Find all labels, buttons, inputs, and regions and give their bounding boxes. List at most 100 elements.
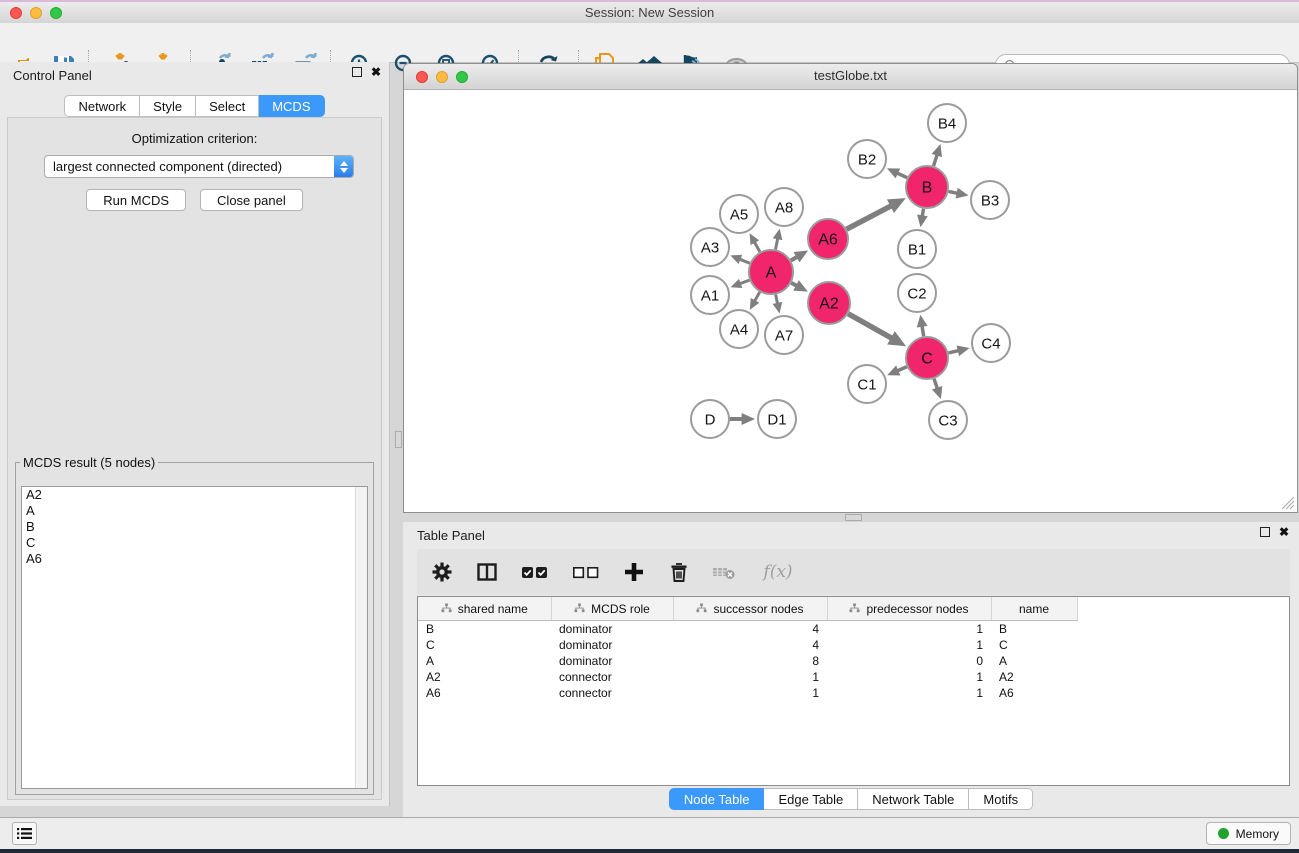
graph-edge[interactable] — [740, 280, 750, 284]
mcds-result-box: MCDS result (5 nodes) A2ABCA6 — [15, 455, 374, 795]
graph-edge[interactable] — [948, 351, 958, 353]
result-item[interactable]: C — [22, 535, 367, 551]
memory-button[interactable]: Memory — [1206, 822, 1291, 845]
graph-edge[interactable] — [934, 155, 938, 166]
graph-edge[interactable] — [776, 295, 778, 304]
settings-gear-icon[interactable] — [429, 559, 455, 585]
graph-node-label: C — [921, 351, 933, 368]
table-cell[interactable]: dominator — [551, 653, 673, 669]
table-cell-filler — [1077, 653, 1289, 669]
tab-motifs[interactable]: Motifs — [969, 788, 1033, 810]
select-all-icon[interactable] — [519, 559, 551, 585]
table-cell[interactable]: A2 — [991, 669, 1077, 685]
graph-edge[interactable] — [755, 292, 760, 301]
table-cell[interactable]: 1 — [673, 685, 827, 701]
mcds-tab-content: Optimization criterion: largest connecte… — [7, 117, 382, 800]
criterion-select[interactable]: largest connected component (directed) — [44, 155, 354, 178]
run-mcds-button[interactable]: Run MCDS — [86, 189, 186, 211]
close-table-panel-icon[interactable]: ✖ — [1279, 527, 1289, 537]
column-header-successor-nodes[interactable]: successor nodes — [673, 597, 827, 621]
result-item[interactable]: B — [22, 519, 367, 535]
mcds-result-list[interactable]: A2ABCA6 — [21, 486, 368, 789]
network-canvas[interactable]: B4B2BB3A5A8A6B1A3AC2A1A2A4A7C4CC1C3DD1 — [404, 90, 1297, 512]
graph-edge[interactable] — [776, 238, 778, 249]
table-cell[interactable]: dominator — [551, 637, 673, 653]
graph-edge[interactable] — [791, 257, 797, 261]
tab-mcds[interactable]: MCDS — [259, 95, 324, 117]
tab-node-table[interactable]: Node Table — [669, 788, 765, 810]
table-cell[interactable]: A — [991, 653, 1077, 669]
table-cell[interactable]: 1 — [827, 621, 991, 638]
header-filler — [1077, 597, 1289, 621]
horizontal-splitter-handle[interactable] — [845, 514, 862, 521]
task-history-button[interactable] — [12, 822, 37, 845]
graph-edge[interactable] — [922, 326, 924, 337]
delete-row-trash-icon[interactable] — [666, 559, 692, 585]
graph-edge[interactable] — [847, 206, 892, 229]
table-cell[interactable]: 1 — [827, 685, 991, 701]
table-cell[interactable]: A — [418, 653, 551, 669]
column-header-predecessor-nodes[interactable]: predecessor nodes — [827, 597, 991, 621]
table-cell[interactable]: B — [418, 621, 551, 638]
graph-edge-arrowhead — [932, 386, 942, 399]
table-row[interactable]: Bdominator41B — [418, 621, 1289, 638]
graph-edge[interactable] — [754, 242, 760, 252]
graph-edge[interactable] — [739, 259, 749, 263]
table-cell[interactable]: connector — [551, 685, 673, 701]
table-row[interactable]: Adominator80A — [418, 653, 1289, 669]
table-cell[interactable]: 4 — [673, 621, 827, 638]
tab-edge-table[interactable]: Edge Table — [764, 788, 858, 810]
result-item[interactable]: A — [22, 503, 367, 519]
graph-edge[interactable] — [848, 314, 892, 339]
table-cell[interactable]: C — [418, 637, 551, 653]
table-cell[interactable]: dominator — [551, 621, 673, 638]
float-panel-icon[interactable] — [352, 67, 362, 77]
table-cell[interactable]: A6 — [418, 685, 551, 701]
table-cell[interactable]: 1 — [827, 637, 991, 653]
graph-edge[interactable] — [934, 379, 937, 389]
delete-table-icon[interactable] — [711, 559, 737, 585]
tab-select[interactable]: Select — [196, 95, 259, 117]
table-cell[interactable]: B — [991, 621, 1077, 638]
table-row[interactable]: A2connector11A2 — [418, 669, 1289, 685]
tab-network-table[interactable]: Network Table — [858, 788, 969, 810]
table-cell[interactable]: 0 — [827, 653, 991, 669]
table-cell[interactable]: A6 — [991, 685, 1077, 701]
column-header-shared-name[interactable]: shared name — [418, 597, 551, 621]
show-columns-icon[interactable] — [474, 559, 500, 585]
column-header-mcds-role[interactable]: MCDS role — [551, 597, 673, 621]
vertical-splitter-handle[interactable] — [395, 431, 402, 448]
table-cell[interactable]: connector — [551, 669, 673, 685]
resize-grip-icon[interactable] — [1282, 497, 1295, 510]
table-cell[interactable]: 4 — [673, 637, 827, 653]
table-cell[interactable]: 8 — [673, 653, 827, 669]
network-window-titlebar[interactable]: testGlobe.txt — [404, 64, 1297, 90]
table-cell[interactable]: 1 — [673, 669, 827, 685]
graph-edge[interactable] — [897, 367, 906, 371]
column-header-name[interactable]: name — [991, 597, 1077, 621]
graph-edge[interactable] — [922, 209, 923, 217]
tab-style[interactable]: Style — [140, 95, 196, 117]
close-panel-button[interactable]: Close panel — [200, 189, 303, 211]
function-builder-icon[interactable]: f(x) — [756, 559, 800, 585]
float-table-panel-icon[interactable] — [1260, 527, 1270, 537]
result-scrollbar[interactable] — [355, 487, 367, 788]
table-row[interactable]: A6connector11A6 — [418, 685, 1289, 701]
graph-edge[interactable] — [949, 191, 958, 193]
table-cell[interactable]: C — [991, 637, 1077, 653]
close-panel-icon[interactable]: ✖ — [371, 67, 381, 77]
table-cell[interactable]: 1 — [827, 669, 991, 685]
add-row-icon[interactable] — [621, 559, 647, 585]
table-row[interactable]: Cdominator41C — [418, 637, 1289, 653]
graph-node-label: D1 — [767, 412, 786, 429]
tab-network[interactable]: Network — [64, 95, 140, 117]
result-item[interactable]: A6 — [22, 551, 367, 567]
table-cell[interactable]: A2 — [418, 669, 551, 685]
graph-edge[interactable] — [897, 173, 907, 178]
graph-edge-arrowhead — [932, 144, 942, 157]
table-tabs: Node Table Edge Table Network Table Moti… — [403, 788, 1299, 810]
deselect-all-icon[interactable] — [570, 559, 602, 585]
graph-node-label: B3 — [981, 193, 999, 210]
node-table: shared name MCDS role successor nodes pr… — [417, 596, 1290, 786]
result-item[interactable]: A2 — [22, 487, 367, 503]
